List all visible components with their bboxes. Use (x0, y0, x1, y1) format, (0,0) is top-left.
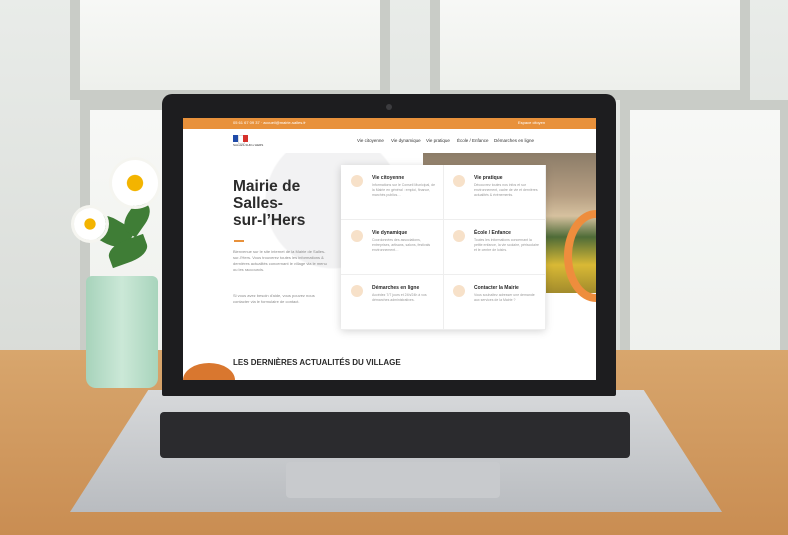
title-line: Salles- (233, 195, 283, 212)
card-demarches-en-ligne[interactable]: Démarches en ligne Accédez 7/7 jours et … (341, 275, 444, 330)
mail-icon (453, 285, 465, 297)
title-line: sur-l’Hers (233, 212, 306, 229)
card-vie-pratique[interactable]: Vie pratique Découvrez toutes nos infos … (443, 165, 546, 220)
contact-paragraph: Si vous avez besoin d'aide, vous pouvez … (233, 293, 315, 304)
background-window (70, 0, 390, 100)
school-icon (453, 230, 465, 242)
main-navigation: SALLES-SUR-L'HERS Vie citoyenne Vie dyna… (183, 129, 596, 153)
card-title: Démarches en ligne (372, 285, 420, 291)
card-description: Toutes les informations concernant la pe… (474, 238, 539, 252)
card-title: Vie dynamique (372, 230, 408, 236)
website-screen: 05 61 67 09 37 · accueil@mairie-salles.f… (183, 118, 596, 380)
top-contact-bar: 05 61 67 09 37 · accueil@mairie-salles.f… (183, 118, 596, 129)
title-accent-line (234, 240, 244, 242)
nav-item-vie-pratique[interactable]: Vie pratique (426, 138, 450, 143)
news-heading: LES DERNIÈRES ACTUALITÉS DU VILLAGE (233, 358, 401, 367)
card-title: Vie pratique (474, 175, 503, 181)
site-logo[interactable]: SALLES-SUR-L'HERS (233, 135, 263, 147)
topbar-contact-text: 05 61 67 09 37 · accueil@mairie-salles.f… (233, 120, 306, 125)
nav-item-demarches[interactable]: Démarches en ligne (494, 138, 534, 143)
laptop-trackpad (286, 462, 500, 498)
card-contacter-mairie[interactable]: Contacter la Mairie Vous souhaitez adres… (443, 275, 546, 330)
laptop-keyboard (160, 412, 630, 458)
card-vie-dynamique[interactable]: Vie dynamique Coordonnées des associatio… (341, 220, 444, 275)
card-title: Contacter la Mairie (474, 285, 519, 291)
webcam-icon (386, 104, 392, 110)
background-window (620, 100, 788, 390)
card-description: Coordonnées des associations, entreprise… (372, 238, 431, 252)
people-icon (351, 175, 363, 187)
flower-pot (86, 276, 158, 388)
shortcut-cards: Vie citoyenne Informations sur le Consei… (341, 165, 546, 330)
card-description: Découvrez toutes nos infos et sur enviro… (474, 183, 538, 197)
title-line: Mairie de (233, 178, 301, 195)
flag-red (243, 135, 248, 142)
card-vie-citoyenne[interactable]: Vie citoyenne Informations sur le Consei… (341, 165, 444, 220)
decorative-blob (183, 363, 235, 380)
card-ecole-enfance[interactable]: École / Enfance Toutes les informations … (443, 220, 546, 275)
daisy-flower (112, 160, 158, 206)
nav-item-ecole-enfance[interactable]: École / Enfance (457, 138, 489, 143)
logo-text: SALLES-SUR-L'HERS (233, 143, 264, 147)
background-window (430, 0, 750, 100)
topbar-link[interactable]: Espace citoyen (518, 120, 545, 125)
card-description: Accédez 7/7 jours et 24h/24h à vos démar… (372, 293, 427, 302)
card-description: Vous souhaitez adresser une demande aux … (474, 293, 535, 302)
page-title: Mairie de Salles- sur-l’Hers (233, 178, 333, 229)
nav-item-vie-citoyenne[interactable]: Vie citoyenne (357, 138, 384, 143)
house-icon (453, 175, 465, 187)
laptop-icon (351, 285, 363, 297)
intro-paragraph: Bienvenue sur le site internet de la Mai… (233, 249, 327, 272)
handshake-icon (351, 230, 363, 242)
card-description: Informations sur le Conseil Municipal, d… (372, 183, 436, 197)
daisy-flower (74, 208, 106, 240)
card-title: Vie citoyenne (372, 175, 405, 181)
nav-item-vie-dynamique[interactable]: Vie dynamique (391, 138, 421, 143)
card-title: École / Enfance (474, 230, 511, 236)
